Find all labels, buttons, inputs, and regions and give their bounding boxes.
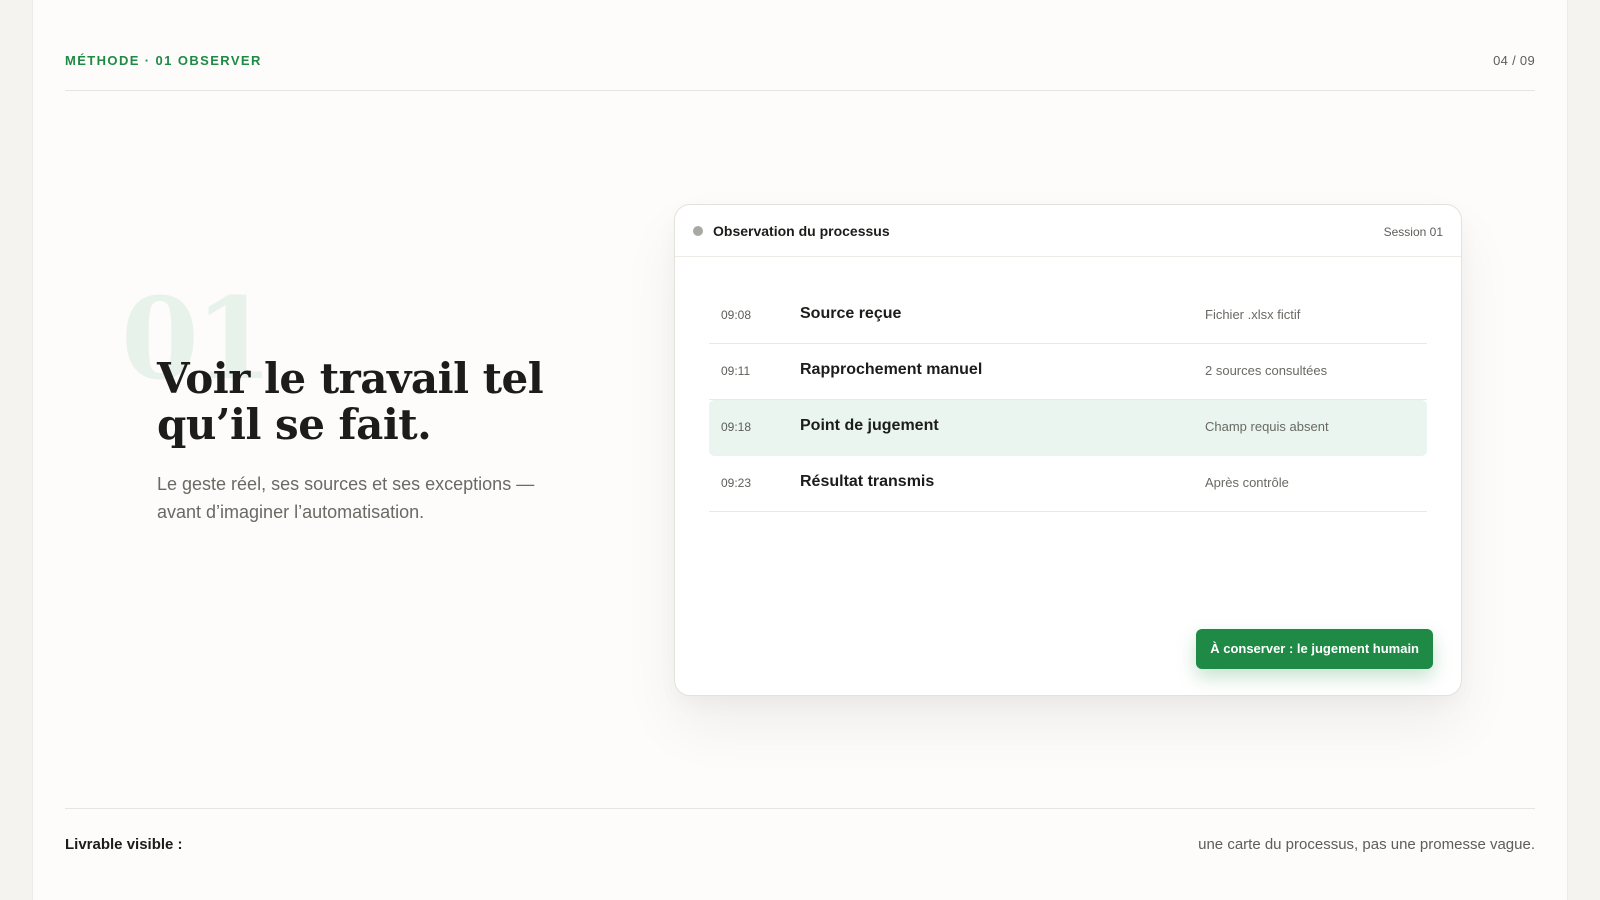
page-title: Voir le travail tel qu’il se fait. [157,354,544,449]
page-subtitle: Le geste réel, ses sources et ses except… [157,474,535,522]
session-label: Session 01 [1383,225,1443,239]
row-note: Après contrôle [1205,475,1289,490]
observation-card: Observation du processus Session 01 09:0… [674,204,1462,696]
timeline-list: 09:08 Source reçue Fichier .xlsx fictif … [709,288,1427,512]
timeline-row-highlighted: 09:18 Point de jugement Champ requis abs… [709,400,1427,456]
timeline-row: 09:23 Résultat transmis Après contrôle [709,456,1427,512]
row-label: Source reçue [800,305,902,322]
timeline-row: 09:08 Source reçue Fichier .xlsx fictif [709,288,1427,344]
slide-header: MÉTHODE · 01 OBSERVER 04 / 09 [65,0,1535,91]
row-note: 2 sources consultées [1205,363,1328,378]
section-eyebrow: MÉTHODE · 01 OBSERVER [65,53,262,68]
card-header: Observation du processus Session 01 [675,205,1461,257]
row-time: 09:11 [721,364,751,378]
row-label: Rapprochement manuel [800,361,983,378]
slide-footer: Livrable visible : une carte du processu… [65,808,1535,900]
row-note: Champ requis absent [1205,419,1329,434]
page-counter: 04 / 09 [1493,53,1535,68]
deliverable-label: Livrable visible : [65,836,183,853]
row-time: 09:18 [721,420,752,434]
deliverable-text: une carte du processus, pas une promesse… [1198,836,1535,853]
row-note: Fichier .xlsx fictif [1205,307,1301,322]
status-dot-icon [693,226,703,236]
card-title: Observation du processus [713,223,890,239]
keep-human-judgment-button[interactable]: À conserver : le jugement humain [1196,629,1433,669]
row-time: 09:08 [721,308,752,322]
slide: MÉTHODE · 01 OBSERVER 04 / 09 01 Voir le… [32,0,1568,900]
row-time: 09:23 [721,476,752,490]
row-label: Résultat transmis [800,473,935,490]
timeline-row: 09:11 Rapprochement manuel 2 sources con… [709,344,1427,400]
row-label: Point de jugement [800,417,939,434]
